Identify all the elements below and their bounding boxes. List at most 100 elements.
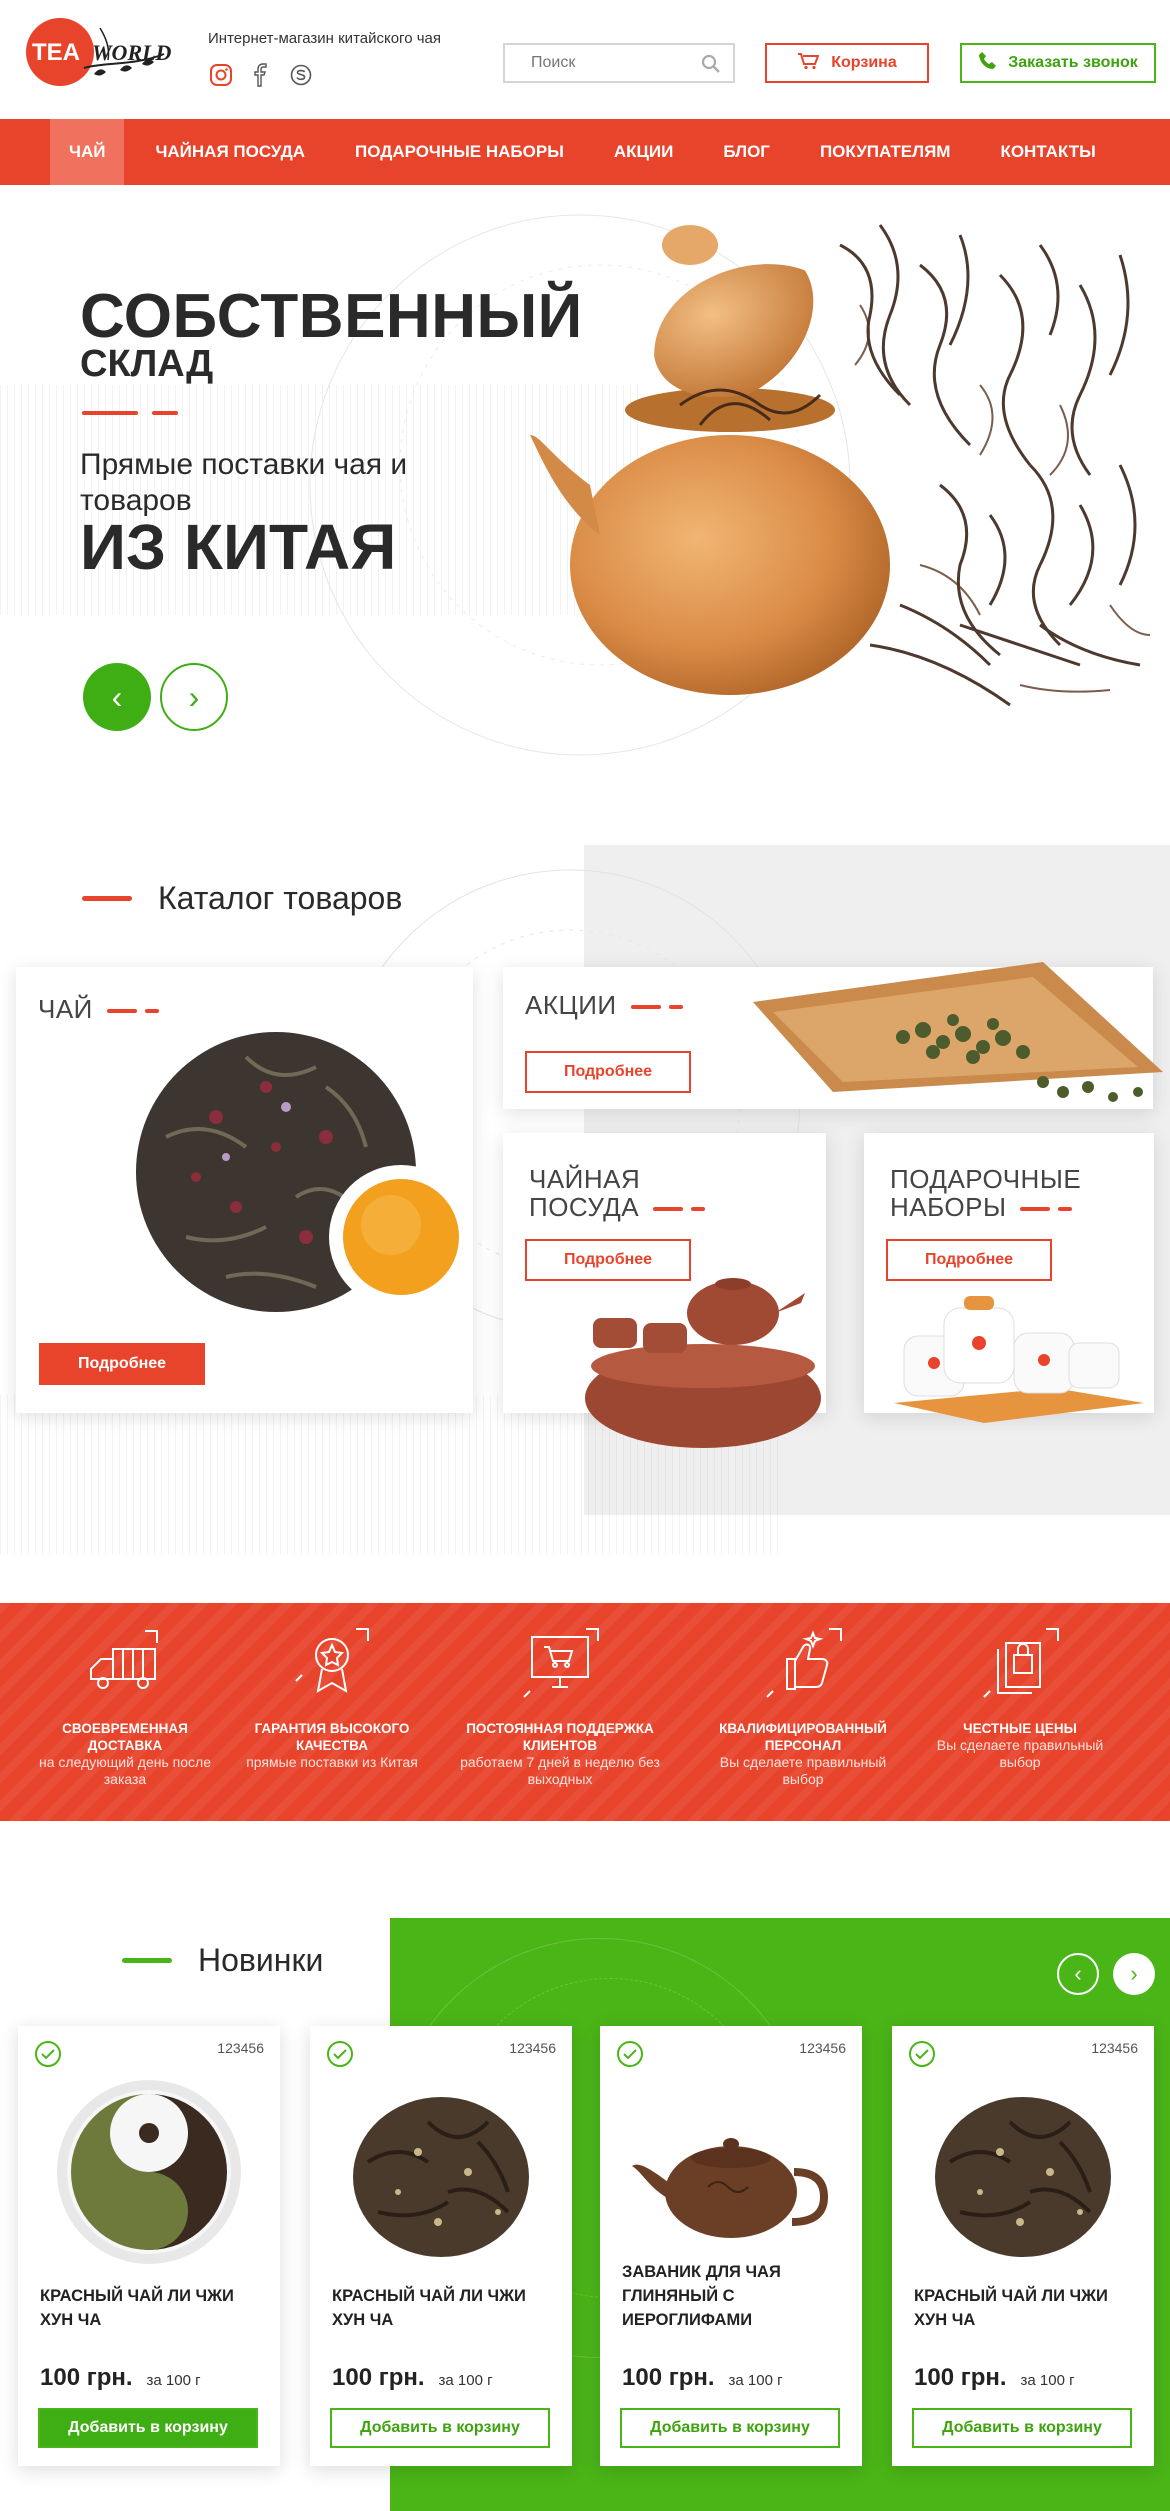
feature-title: Квалифицированный персонал <box>719 1721 887 1753</box>
check-circle-icon <box>617 2041 643 2067</box>
new-products-heading: Новинки <box>122 1942 323 1979</box>
price-value: 100 грн. <box>40 2364 133 2391</box>
product-price: 100 грн. за 100 г <box>914 2364 1075 2392</box>
add-to-cart-button[interactable]: Добавить в корзину <box>330 2408 550 2448</box>
feature-support: Постоянная поддержка клиентов работаем 7… <box>460 1625 660 1788</box>
social-links <box>208 62 314 88</box>
product-price: 100 грн. за 100 г <box>332 2364 493 2392</box>
new-products-next-button[interactable]: › <box>1113 1953 1155 1995</box>
check-circle-icon <box>35 2041 61 2067</box>
price-value: 100 грн. <box>622 2364 715 2391</box>
svg-text:TEA: TEA <box>32 39 80 66</box>
feature-title: Гарантия высокого качества <box>254 1721 410 1753</box>
catalog-gift-sets-more-button[interactable]: Подробнее <box>886 1239 1052 1281</box>
catalog-card-title: Подарочные наборы <box>890 1164 1082 1222</box>
cart-label: Корзина <box>831 54 897 71</box>
hero-banner: СОБСТВЕННЫЙ СКЛАД Прямые поставки чая и … <box>0 185 1170 785</box>
product-sku: 123456 <box>799 2040 846 2056</box>
product-card[interactable]: 123456 Заваник для чая глиняный с иерогл… <box>600 2026 862 2466</box>
nav-item-customers[interactable]: Покупателям <box>801 119 970 185</box>
catalog-card-promotions[interactable]: Акции Подробнее <box>503 962 1163 1109</box>
search-input[interactable] <box>505 46 685 80</box>
feature-title: Своевременная доставка <box>62 1721 188 1753</box>
instagram-icon[interactable] <box>208 62 234 88</box>
gift-tea-set-image <box>894 1296 1144 1423</box>
chevron-left-icon: ‹ <box>111 678 123 715</box>
nav-item-contacts[interactable]: Контакты <box>981 119 1114 185</box>
yin-yang-tea-image <box>57 2080 241 2264</box>
feature-desc: на следующий день после заказа <box>39 1754 211 1787</box>
skype-icon[interactable] <box>288 62 314 88</box>
catalog-card-teaware[interactable]: Чайная посуда Подробнее <box>503 1133 826 1448</box>
product-price: 100 грн. за 100 г <box>40 2364 201 2392</box>
hero-title: СОБСТВЕННЫЙ <box>80 282 583 351</box>
teapot-with-tea-image <box>520 185 1170 785</box>
feature-delivery: Своевременная доставка на следующий день… <box>25 1625 225 1788</box>
feature-staff: Квалифицированный персонал Вы сделаете п… <box>703 1625 903 1788</box>
chevron-right-icon: › <box>188 678 200 715</box>
feature-desc: Вы сделаете правильный выбор <box>936 1737 1104 1770</box>
search-icon[interactable] <box>701 54 721 79</box>
cart-icon <box>797 52 820 75</box>
catalog-heading: Каталог товаров <box>82 880 402 917</box>
logo[interactable]: TEA WORLD <box>24 8 174 100</box>
add-to-cart-button[interactable]: Добавить в корзину <box>38 2408 258 2448</box>
price-unit: за 100 г <box>146 2372 201 2389</box>
catalog-card-gift-sets[interactable]: Подарочные наборы Подробнее <box>864 1133 1154 1423</box>
nav-item-promotions[interactable]: Акции <box>595 119 693 185</box>
nav-item-tea[interactable]: Чай <box>50 119 125 185</box>
product-card[interactable]: 123456 Красный чай Ли Чжи Хун Ча 100 грн… <box>892 2026 1154 2466</box>
add-to-cart-button[interactable]: Добавить в корзину <box>912 2408 1132 2448</box>
catalog-tea-more-button[interactable]: Подробнее <box>39 1343 205 1385</box>
page: { "header": { "logo_text": "TEA WORLD", … <box>0 0 1170 2511</box>
catalog-card-title: Акции <box>525 991 685 1019</box>
chevron-right-icon: › <box>1130 1961 1138 1986</box>
catalog-promotions-more-button[interactable]: Подробнее <box>525 1051 691 1093</box>
new-products-heading-bar <box>122 1958 172 1963</box>
facebook-icon[interactable] <box>248 62 274 88</box>
hero-subtitle: Прямые поставки чая и товаров <box>80 448 408 517</box>
hero-next-button[interactable]: › <box>160 663 228 731</box>
clay-tea-set-image <box>585 1278 821 1448</box>
check-circle-icon <box>909 2041 935 2067</box>
hero-prev-button[interactable]: ‹ <box>83 663 151 731</box>
cart-button[interactable]: Корзина <box>765 43 929 83</box>
price-unit: за 100 г <box>438 2372 493 2389</box>
chevron-left-icon: ‹ <box>1074 1961 1082 1986</box>
phone-icon <box>978 51 998 76</box>
truck-icon <box>90 1630 158 1689</box>
tagline: Интернет-магазин китайского чая <box>208 30 441 47</box>
product-card[interactable]: 123456 Красный чай Ли Чжи Хун Ча 100 грн… <box>310 2026 572 2466</box>
catalog-title: Каталог товаров <box>158 880 403 916</box>
price-value: 100 грн. <box>332 2364 425 2391</box>
catalog-heading-bar <box>82 896 132 901</box>
price-value: 100 грн. <box>914 2364 1007 2391</box>
feature-desc: Вы сделаете правильный выбор <box>719 1754 887 1787</box>
catalog-card-tea[interactable]: Чай Подробнее <box>16 967 473 1413</box>
nav-item-blog[interactable]: Блог <box>704 119 789 185</box>
main-nav: Чай Чайная посуда Подарочные наборы Акци… <box>0 119 1170 185</box>
new-products-title: Новинки <box>198 1942 324 1978</box>
order-call-button[interactable]: Заказать звонок <box>960 43 1156 83</box>
product-sku: 123456 <box>1091 2040 1138 2056</box>
new-products-prev-button[interactable]: ‹ <box>1057 1953 1099 1995</box>
product-name: Заваник для чая глиняный с иероглифами <box>622 2263 781 2329</box>
tea-dish-image <box>753 962 1163 1102</box>
product-name: Красный чай Ли Чжи Хун Ча <box>40 2287 234 2329</box>
tea-blend-image <box>136 1032 473 1312</box>
product-card[interactable]: 123456 Красный чай Ли Чжи Хун Ча 100 грн… <box>18 2026 280 2466</box>
award-badge-icon <box>295 1628 369 1693</box>
hero-divider <box>82 411 178 415</box>
product-sku: 123456 <box>509 2040 556 2056</box>
add-to-cart-button[interactable]: Добавить в корзину <box>620 2408 840 2448</box>
feature-desc: прямые поставки из Китая <box>246 1754 418 1770</box>
feature-prices: Честные цены Вы сделаете правильный выбо… <box>920 1625 1120 1771</box>
price-tag-icon <box>983 1628 1059 1698</box>
nav-item-gift-sets[interactable]: Подарочные наборы <box>336 119 583 185</box>
loose-tea-image <box>935 2097 1111 2257</box>
search-box <box>503 43 735 83</box>
nav-item-teaware[interactable]: Чайная посуда <box>136 119 324 185</box>
call-label: Заказать звонок <box>1008 54 1138 71</box>
check-circle-icon <box>327 2041 353 2067</box>
clay-teapot-image <box>632 2138 829 2238</box>
